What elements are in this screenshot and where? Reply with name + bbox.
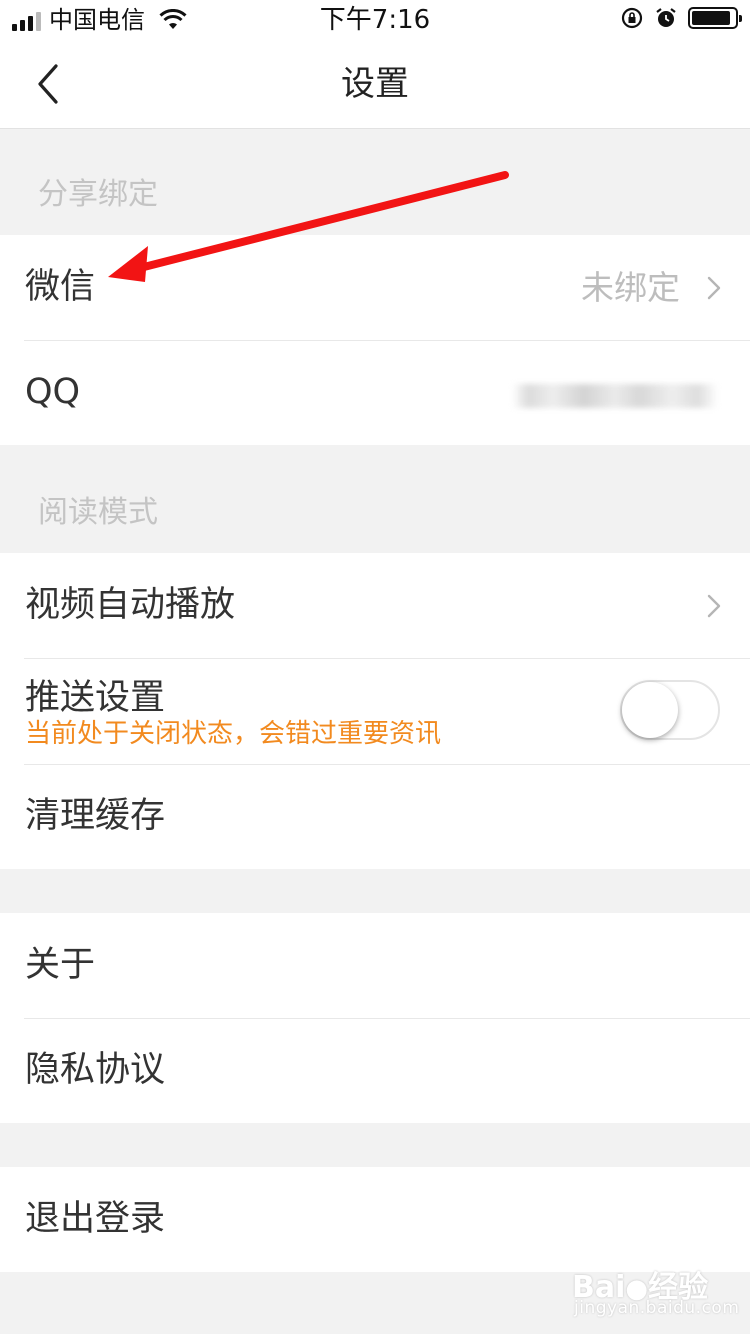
- settings-row-privacy[interactable]: 隐私协议: [0, 1018, 750, 1123]
- reading-mode-group: 视频自动播放 推送设置 当前处于关闭状态，会错过重要资讯 清理缓存: [0, 553, 750, 869]
- alarm-clock-icon: [656, 8, 676, 27]
- watermark-url: jingyan.baidu.com: [574, 1298, 740, 1318]
- settings-row-video-autoplay[interactable]: 视频自动播放: [0, 553, 750, 658]
- section-header-reading-mode: 阅读模式: [0, 445, 750, 553]
- settings-row-push: 推送设置 当前处于关闭状态，会错过重要资讯: [0, 658, 750, 764]
- share-binding-group: 微信 未绑定 QQ: [0, 235, 750, 445]
- section-header-label: 阅读模式: [38, 495, 158, 530]
- logout-label: 退出登录: [25, 1199, 166, 1239]
- settings-row-logout[interactable]: 退出登录: [0, 1167, 750, 1272]
- settings-row-clear-cache[interactable]: 清理缓存: [0, 764, 750, 869]
- push-warning-text: 当前处于关闭状态，会错过重要资讯: [25, 719, 442, 749]
- push-settings-label: 推送设置: [25, 678, 166, 718]
- privacy-label: 隐私协议: [25, 1050, 166, 1090]
- chevron-right-icon: [707, 594, 721, 618]
- section-header-share-binding: 分享绑定: [0, 129, 750, 235]
- page-title: 设置: [341, 64, 409, 104]
- push-toggle-switch[interactable]: [620, 680, 720, 740]
- rotation-lock-icon: [621, 7, 643, 29]
- qq-label: QQ: [25, 372, 81, 412]
- chevron-right-icon: [707, 276, 721, 300]
- settings-row-qq[interactable]: QQ: [0, 340, 750, 445]
- wechat-binding-status: 未绑定: [581, 268, 680, 307]
- navigation-bar: 设置: [0, 40, 750, 129]
- about-group: 关于 隐私协议: [0, 913, 750, 1123]
- logout-group: 退出登录: [0, 1167, 750, 1272]
- settings-row-wechat[interactable]: 微信 未绑定: [0, 235, 750, 340]
- status-bar: 中国电信 下午7:16: [0, 0, 750, 40]
- settings-row-about[interactable]: 关于: [0, 913, 750, 1018]
- baidu-jingyan-watermark: Bai●经验 jingyan.baidu.com: [572, 1262, 742, 1322]
- about-label: 关于: [25, 945, 96, 985]
- clear-cache-label: 清理缓存: [25, 796, 166, 836]
- wechat-label: 微信: [25, 267, 96, 307]
- battery-icon: [688, 7, 742, 29]
- video-autoplay-label: 视频自动播放: [25, 585, 236, 625]
- section-header-label: 分享绑定: [38, 177, 158, 212]
- qq-account-blurred: [512, 384, 718, 408]
